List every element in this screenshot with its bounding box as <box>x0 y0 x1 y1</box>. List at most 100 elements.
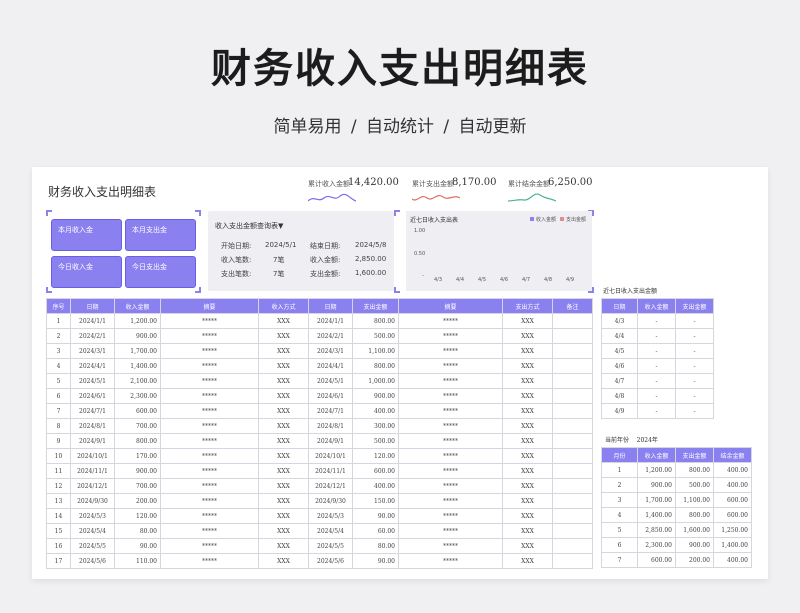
table-cell[interactable]: XXX <box>502 508 553 524</box>
table-cell[interactable]: 1,400.00 <box>114 358 161 374</box>
table-cell[interactable]: XXX <box>502 523 553 539</box>
table-cell[interactable]: 4/4 <box>601 328 638 344</box>
table-cell[interactable]: - <box>675 403 714 419</box>
table-cell[interactable]: 2,300.00 <box>114 388 161 404</box>
table-cell[interactable] <box>552 388 593 404</box>
table-cell[interactable]: 800.00 <box>352 313 399 329</box>
table-cell[interactable]: 1,100.00 <box>352 343 399 359</box>
table-cell[interactable]: XXX <box>258 538 309 554</box>
table-cell[interactable]: 7 <box>601 552 638 568</box>
start-date-value[interactable]: 2024/5/1 <box>265 241 296 249</box>
table-cell[interactable]: 10 <box>46 448 71 464</box>
table-cell[interactable]: ***** <box>160 508 259 524</box>
table-cell[interactable]: ***** <box>160 358 259 374</box>
table-cell[interactable]: - <box>637 343 676 359</box>
table-cell[interactable]: - <box>675 328 714 344</box>
table-cell[interactable]: 2024/5/1 <box>308 373 353 389</box>
table-cell[interactable]: 600.00 <box>713 492 752 508</box>
table-cell[interactable]: 2024/5/1 <box>70 373 115 389</box>
table-cell[interactable]: ***** <box>160 388 259 404</box>
table-cell[interactable]: - <box>675 313 714 329</box>
table-cell[interactable]: 5 <box>46 373 71 389</box>
table-cell[interactable] <box>552 313 593 329</box>
table-cell[interactable]: 800.00 <box>675 462 714 478</box>
table-cell[interactable]: 2 <box>46 328 71 344</box>
table-cell[interactable]: 700.00 <box>114 418 161 434</box>
table-cell[interactable]: 2024/1/1 <box>308 313 353 329</box>
table-cell[interactable]: 2024/8/1 <box>308 418 353 434</box>
table-cell[interactable]: XXX <box>258 508 309 524</box>
table-cell[interactable] <box>552 508 593 524</box>
table-cell[interactable]: XXX <box>258 523 309 539</box>
query-title-dropdown[interactable]: 收入支出金额查询表▼ <box>215 221 283 231</box>
table-cell[interactable]: 600.00 <box>352 463 399 479</box>
table-cell[interactable]: XXX <box>258 433 309 449</box>
table-cell[interactable]: 600.00 <box>637 552 676 568</box>
card-today-income[interactable]: 今日收入金 <box>51 256 122 288</box>
table-cell[interactable]: XXX <box>502 538 553 554</box>
table-cell[interactable]: - <box>637 373 676 389</box>
table-cell[interactable]: ***** <box>160 553 259 569</box>
table-cell[interactable]: 4/9 <box>601 403 638 419</box>
table-cell[interactable]: - <box>637 328 676 344</box>
table-cell[interactable]: 4/6 <box>601 358 638 374</box>
table-cell[interactable]: 4/3 <box>601 313 638 329</box>
table-cell[interactable]: 2024/9/30 <box>70 493 115 509</box>
table-cell[interactable]: 1,700.00 <box>637 492 676 508</box>
table-cell[interactable] <box>552 403 593 419</box>
table-cell[interactable]: XXX <box>502 328 553 344</box>
table-cell[interactable]: ***** <box>398 388 503 404</box>
table-cell[interactable]: 4/8 <box>601 388 638 404</box>
table-cell[interactable]: - <box>675 343 714 359</box>
table-cell[interactable]: - <box>637 358 676 374</box>
table-cell[interactable]: 6 <box>601 537 638 553</box>
table-cell[interactable]: 400.00 <box>352 403 399 419</box>
table-cell[interactable]: XXX <box>258 373 309 389</box>
table-cell[interactable]: XXX <box>258 403 309 419</box>
table-cell[interactable]: 500.00 <box>352 328 399 344</box>
table-cell[interactable] <box>552 433 593 449</box>
table-cell[interactable]: 1,200.00 <box>114 313 161 329</box>
table-cell[interactable]: 11 <box>46 463 71 479</box>
table-cell[interactable]: 400.00 <box>713 462 752 478</box>
table-cell[interactable]: - <box>637 313 676 329</box>
table-cell[interactable]: ***** <box>398 463 503 479</box>
table-cell[interactable] <box>552 478 593 494</box>
table-cell[interactable]: XXX <box>502 478 553 494</box>
table-cell[interactable]: XXX <box>258 358 309 374</box>
table-cell[interactable]: 1,100.00 <box>675 492 714 508</box>
table-cell[interactable]: 2024/12/1 <box>308 478 353 494</box>
table-cell[interactable]: 16 <box>46 538 71 554</box>
table-cell[interactable]: 120.00 <box>352 448 399 464</box>
table-cell[interactable]: XXX <box>258 493 309 509</box>
table-cell[interactable]: 90.00 <box>114 538 161 554</box>
table-cell[interactable]: - <box>675 373 714 389</box>
table-cell[interactable] <box>552 343 593 359</box>
table-cell[interactable]: - <box>637 403 676 419</box>
table-cell[interactable]: 3 <box>46 343 71 359</box>
table-cell[interactable]: 2024/5/5 <box>70 538 115 554</box>
table-cell[interactable]: 700.00 <box>114 478 161 494</box>
table-cell[interactable]: ***** <box>398 523 503 539</box>
table-cell[interactable]: ***** <box>160 523 259 539</box>
table-cell[interactable] <box>552 538 593 554</box>
table-cell[interactable]: 2024/6/1 <box>70 388 115 404</box>
table-cell[interactable]: 300.00 <box>352 418 399 434</box>
table-cell[interactable]: XXX <box>502 493 553 509</box>
table-cell[interactable]: ***** <box>160 478 259 494</box>
table-cell[interactable]: 400.00 <box>713 477 752 493</box>
table-cell[interactable] <box>552 373 593 389</box>
table-cell[interactable]: 90.00 <box>352 508 399 524</box>
table-cell[interactable]: 80.00 <box>352 538 399 554</box>
table-cell[interactable] <box>552 493 593 509</box>
table-cell[interactable]: 1,400.00 <box>713 537 752 553</box>
year-value[interactable]: 2024年 <box>637 437 658 444</box>
table-cell[interactable]: 1,000.00 <box>352 373 399 389</box>
table-cell[interactable]: 3 <box>601 492 638 508</box>
table-cell[interactable]: 2024/2/1 <box>308 328 353 344</box>
table-cell[interactable]: ***** <box>398 433 503 449</box>
table-cell[interactable]: ***** <box>398 343 503 359</box>
table-cell[interactable]: ***** <box>398 538 503 554</box>
end-date-value[interactable]: 2024/5/8 <box>355 241 386 249</box>
table-cell[interactable]: 2024/3/1 <box>308 343 353 359</box>
